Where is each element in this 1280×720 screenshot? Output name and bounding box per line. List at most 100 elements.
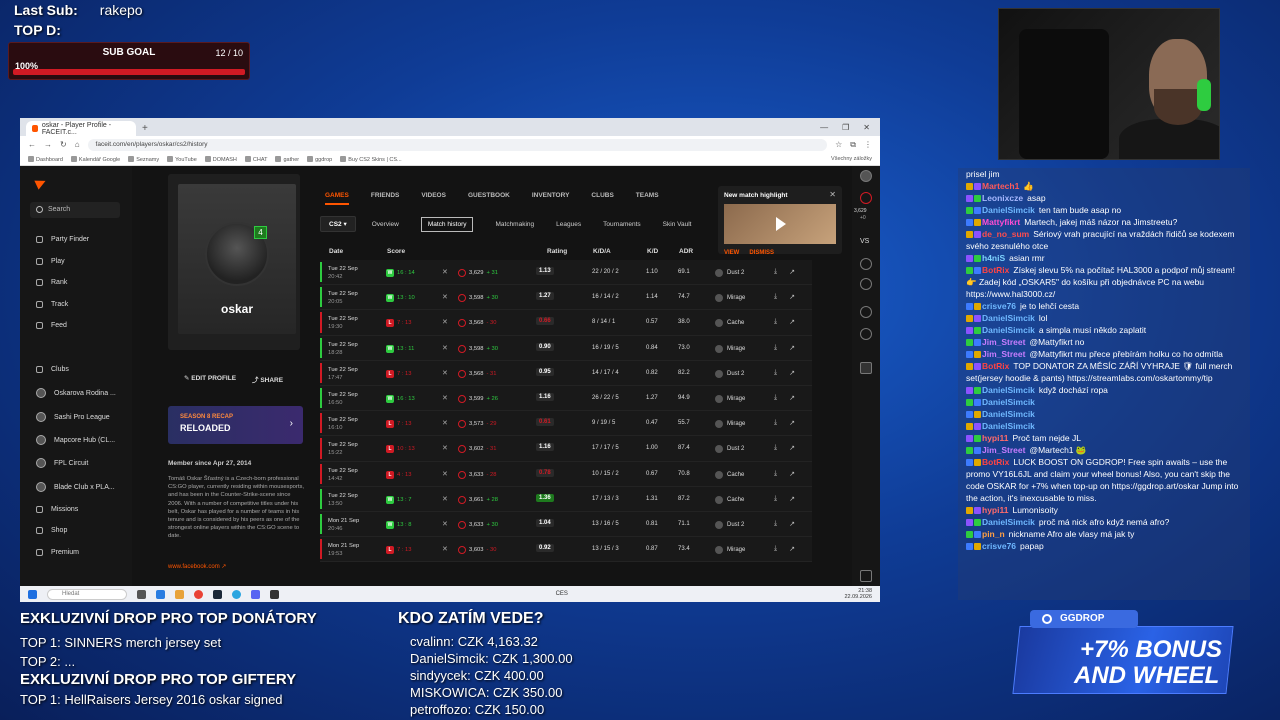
chat-username[interactable]: pin_n (982, 529, 1005, 539)
chat-username[interactable]: Jim_Street (982, 349, 1025, 359)
open-match-icon[interactable]: ↗ (789, 470, 795, 478)
chat-username[interactable]: crisve76 (982, 541, 1016, 551)
table-row[interactable]: Tue 22 Sep 16:50 W 16 : 13 ✕ 3,599 + 26 1.16 26 … (320, 385, 812, 412)
close-icon[interactable]: ✕ (829, 190, 836, 199)
chat-username[interactable]: DanielSimcik (982, 205, 1035, 215)
close-window-icon[interactable]: ✕ (863, 123, 870, 132)
bookmark-item[interactable]: Seznamy (128, 155, 159, 163)
share-button[interactable]: ⤴ SHARE (252, 374, 283, 384)
download-demo-icon[interactable]: ⤓ (774, 394, 777, 402)
table-row[interactable]: Tue 22 Sep 17:47 L 7 : 13 ✕ 3,568- 31 0.95 14 /… (320, 360, 812, 386)
open-match-icon[interactable]: ↗ (789, 520, 795, 528)
sidebar-item[interactable]: Oskarova Rodina ... (36, 388, 116, 398)
chat-username[interactable]: de_no_sum (982, 229, 1029, 239)
chat-username[interactable]: Martech1 (982, 181, 1019, 191)
bookmark-item[interactable]: Kalendář Google (70, 155, 120, 163)
chat-username[interactable]: DanielSimcik (982, 385, 1035, 395)
season-recap-banner[interactable]: SEASON 8 RECAP RELOADED › (168, 406, 303, 444)
open-match-icon[interactable]: ↗ (789, 545, 795, 553)
all-bookmarks-link[interactable]: Všechny záložky (831, 156, 872, 162)
chat-username[interactable]: DanielSimcik (982, 421, 1035, 431)
task-view-icon[interactable] (137, 589, 146, 599)
chat-username[interactable]: DanielSimcik (982, 325, 1035, 335)
bell-icon[interactable] (860, 258, 872, 270)
download-demo-icon[interactable]: ⤓ (774, 520, 777, 528)
chat-username[interactable]: DanielSimcik (982, 409, 1035, 419)
open-match-icon[interactable]: ↗ (789, 495, 795, 503)
elo-icon[interactable] (860, 192, 872, 204)
tab-videos[interactable]: VIDEOS (421, 192, 446, 205)
download-demo-icon[interactable]: ⤓ (774, 419, 777, 427)
sidebar-item[interactable]: Feed (36, 322, 67, 329)
subnav-overview[interactable]: Overview (372, 221, 399, 228)
chat-username[interactable]: hypi11 (982, 433, 1008, 443)
bookmark-item[interactable]: ggdrop (307, 155, 332, 163)
steam-icon[interactable] (213, 589, 222, 599)
table-row[interactable]: Tue 22 Sep 16:10 L 7 : 13 ✕ 3,573- 29 0.61 9 / … (320, 411, 812, 437)
reload-icon[interactable]: ↻ (60, 140, 67, 149)
download-demo-icon[interactable]: ⤓ (774, 369, 777, 377)
bookmark-item[interactable]: Buy CS2 Skins | CS... (340, 155, 402, 163)
table-row[interactable]: Tue 22 Sep 18:28 W 13 : 11 ✕ 3,598 + 30 0.90 16 … (320, 335, 812, 361)
chat-username[interactable]: hypi11 (982, 505, 1008, 515)
windows-start-icon[interactable] (28, 589, 37, 599)
chat-username[interactable]: DanielSimcik (982, 313, 1035, 323)
sidebar-item[interactable]: Mapcore Hub (CL... (36, 435, 115, 445)
user-avatar-icon[interactable] (860, 170, 872, 182)
sidebar-item[interactable]: Shop (36, 527, 67, 534)
chat-username[interactable]: h4niS (982, 253, 1005, 263)
table-row[interactable]: Mon 21 Sep 19:53 L 7 : 13 ✕ 3,603- 30 0.92 13 /… (320, 537, 812, 563)
chat-username[interactable]: BotRix (982, 361, 1009, 371)
open-match-icon[interactable]: ↗ (789, 344, 795, 352)
download-demo-icon[interactable]: ⤓ (774, 318, 777, 326)
download-demo-icon[interactable]: ⤓ (774, 545, 777, 553)
back-icon[interactable]: ← (28, 140, 36, 149)
telegram-icon[interactable] (232, 589, 241, 599)
bookmark-item[interactable]: CHAT (244, 155, 267, 163)
browser-tab[interactable]: oskar - Player Profile - FACEIT.c... (26, 121, 136, 136)
bookmark-star-icon[interactable]: ☆ (835, 140, 842, 149)
tab-inventory[interactable]: INVENTORY (532, 192, 570, 205)
subnav-leagues[interactable]: Leagues (556, 221, 581, 228)
open-match-icon[interactable]: ↗ (789, 293, 795, 301)
sidebar-item[interactable]: Premium (36, 549, 79, 556)
sidebar-item[interactable]: Missions (36, 506, 78, 513)
forward-icon[interactable]: → (44, 140, 52, 149)
clock[interactable]: 21:38 22.09.2026 (844, 588, 872, 600)
download-demo-icon[interactable]: ⤓ (774, 268, 777, 276)
maximize-icon[interactable]: ❐ (842, 123, 849, 132)
view-highlight-button[interactable]: VIEW (724, 250, 739, 256)
bookmark-item[interactable]: DOMASH (204, 155, 237, 163)
party-icon[interactable] (860, 306, 872, 318)
folder-icon[interactable] (175, 589, 184, 599)
download-demo-icon[interactable]: ⤓ (774, 444, 777, 452)
edge-icon[interactable] (156, 589, 165, 599)
highlight-thumbnail[interactable] (724, 204, 836, 244)
download-demo-icon[interactable]: ⤓ (774, 344, 777, 352)
sidebar-item[interactable]: FPL Circuit (36, 458, 88, 468)
table-row[interactable]: Tue 22 Sep 19:30 L 7 : 13 ✕ 3,568- 30 0.66 8 / … (320, 310, 812, 336)
table-row[interactable]: Tue 22 Sep 20:05 W 13 : 10 ✕ 3,598 + 30 1.27 16 … (320, 285, 812, 311)
faceit-logo-icon[interactable] (34, 176, 48, 190)
table-row[interactable]: Tue 22 Sep 13:50 W 13 : 7 ✕ 3,661 + 28 1.36 17 /… (320, 486, 812, 512)
bookmark-item[interactable]: YouTube (167, 155, 197, 163)
subnav-match-history[interactable]: Match history (420, 216, 474, 232)
chat-username[interactable]: crisve76 (982, 301, 1016, 311)
open-match-icon[interactable]: ↗ (789, 419, 795, 427)
open-match-icon[interactable]: ↗ (789, 268, 795, 276)
tab-friends[interactable]: FRIENDS (371, 192, 400, 205)
dismiss-highlight-button[interactable]: DISMISS (749, 250, 774, 256)
sidebar-item[interactable]: Clubs (36, 366, 69, 373)
download-demo-icon[interactable]: ⤓ (774, 470, 777, 478)
chrome-icon[interactable] (194, 589, 203, 599)
open-match-icon[interactable]: ↗ (789, 394, 795, 402)
sidebar-item[interactable]: Sashi Pro League (36, 412, 110, 422)
minimize-icon[interactable]: — (820, 123, 828, 132)
obs-icon[interactable] (270, 589, 279, 599)
chat-username[interactable]: DanielSimcik (982, 517, 1035, 527)
sidebar-search[interactable]: Search (30, 202, 120, 218)
bookmark-item[interactable]: gather (275, 155, 299, 163)
collapse-icon[interactable] (860, 570, 872, 582)
download-demo-icon[interactable]: ⤓ (774, 293, 777, 301)
sidebar-item[interactable]: Play (36, 258, 65, 265)
